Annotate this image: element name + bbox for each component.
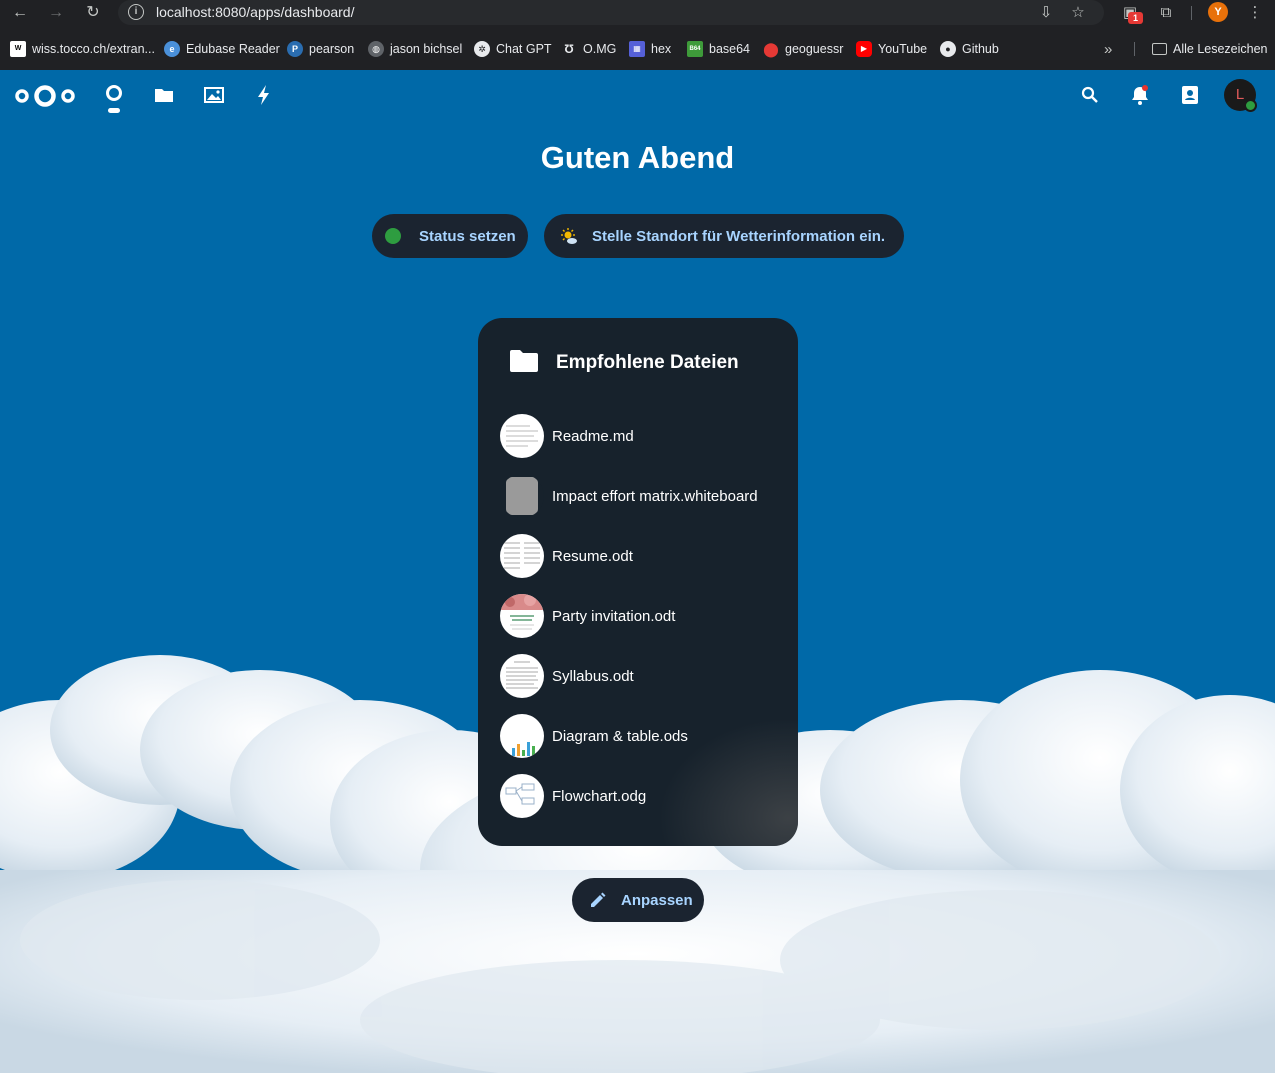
base64-icon: B64 — [687, 41, 703, 57]
weather-location-button[interactable]: Stelle Standort für Wetterinformation ei… — [544, 214, 904, 258]
bookmark-label: O.MG — [583, 42, 617, 56]
all-bookmarks-button[interactable]: Alle Lesezeichen — [1152, 38, 1268, 60]
bookmark-label: Github — [962, 42, 999, 56]
bookmark-item[interactable]: ⬤ geoguessr — [763, 38, 843, 60]
bookmark-label: geoguessr — [785, 42, 844, 56]
bookmark-label: pearson — [309, 42, 355, 56]
bookmark-item[interactable]: W wiss.tocco.ch/extran... — [10, 38, 155, 60]
bookmark-label: jason bichsel — [390, 42, 463, 56]
user-status-indicator — [1244, 99, 1257, 112]
bookmark-label: Edubase Reader — [186, 42, 280, 56]
greeting-heading: Guten Abend — [540, 140, 735, 175]
active-app-indicator — [108, 108, 120, 113]
more-menu-icon[interactable]: ⋮ — [1245, 3, 1265, 23]
file-name: Diagram & table.ods — [552, 727, 688, 745]
file-name: Party invitation.odt — [552, 607, 676, 625]
drawing-thumbnail-icon — [500, 774, 544, 818]
file-item-syllabus[interactable]: Syllabus.odt — [500, 653, 790, 699]
file-name: Impact effort matrix.whiteboard — [552, 487, 758, 505]
edubase-icon: e — [164, 41, 180, 57]
omg-icon: Ʊ — [564, 42, 574, 56]
contacts-icon[interactable] — [1177, 82, 1203, 108]
file-item-readme[interactable]: Readme.md — [500, 413, 790, 459]
browser-toolbar: ← → ↻ i localhost:8080/apps/dashboard/ ⇩… — [0, 0, 1275, 34]
file-name: Flowchart.odg — [552, 787, 647, 805]
activity-app-icon[interactable] — [251, 82, 277, 108]
search-icon[interactable] — [1077, 82, 1103, 108]
bookmark-star-icon[interactable]: ☆ — [1068, 3, 1088, 23]
browser-chrome: ← → ↻ i localhost:8080/apps/dashboard/ ⇩… — [0, 0, 1275, 70]
bookmark-label: base64 — [709, 42, 751, 56]
more-bookmarks-icon[interactable]: » — [1104, 38, 1112, 60]
forward-icon[interactable]: → — [42, 2, 70, 24]
bookmark-item[interactable]: ▦ hex — [629, 38, 671, 60]
all-bookmarks-label: Alle Lesezeichen — [1173, 42, 1268, 56]
extension-badge: 1 — [1128, 12, 1143, 24]
pencil-icon — [591, 892, 606, 907]
photos-app-icon[interactable] — [201, 82, 227, 108]
reload-icon[interactable]: ↻ — [79, 2, 107, 24]
file-item-flowchart[interactable]: Flowchart.odg — [500, 773, 790, 819]
bookmark-item[interactable]: ● Github — [940, 38, 999, 60]
set-status-button[interactable]: Status setzen — [372, 214, 528, 258]
back-icon[interactable]: ← — [6, 2, 34, 24]
notifications-bell-icon[interactable] — [1127, 82, 1153, 108]
bookmark-label: wiss.tocco.ch/extran... — [32, 42, 155, 56]
file-name: Syllabus.odt — [552, 667, 634, 685]
nextcloud-logo-icon[interactable] — [14, 83, 76, 109]
customize-button[interactable]: Anpassen — [572, 878, 704, 922]
url-text[interactable]: localhost:8080/apps/dashboard/ — [156, 4, 354, 20]
bookmark-item[interactable]: P pearson — [287, 38, 354, 60]
nextcloud-header: L — [0, 70, 1275, 120]
bookmark-item[interactable]: ▶ YouTube — [856, 38, 927, 60]
map-pin-icon: ⬤ — [763, 41, 779, 57]
folder-outline-icon — [1152, 43, 1167, 55]
toolbar-divider — [1191, 6, 1192, 20]
bookmark-label: YouTube — [878, 42, 928, 56]
bookmarks-divider — [1134, 42, 1135, 56]
weather-sun-icon — [561, 228, 577, 244]
invitation-thumbnail-icon — [500, 594, 544, 638]
bookmarks-bar: W wiss.tocco.ch/extran... e Edubase Read… — [0, 38, 1275, 60]
online-status-icon — [385, 228, 401, 244]
customize-label: Anpassen — [621, 891, 693, 909]
file-name: Readme.md — [552, 427, 634, 445]
github-icon: ● — [940, 41, 956, 57]
bookmark-item[interactable]: Ʊ O.MG — [561, 38, 616, 60]
document-thumbnail-icon — [500, 534, 544, 578]
bookmark-item[interactable]: B64 base64 — [687, 38, 750, 60]
file-item-diagram-table[interactable]: Diagram & table.ods — [500, 713, 790, 759]
document-thumbnail-icon — [500, 414, 544, 458]
bookmark-item[interactable]: e Edubase Reader — [164, 38, 280, 60]
file-name: Resume.odt — [552, 547, 633, 565]
globe-icon: ◍ — [368, 41, 384, 57]
bookmark-label: hex — [651, 42, 672, 56]
chatgpt-icon: ✲ — [474, 41, 490, 57]
file-item-party-invitation[interactable]: Party invitation.odt — [500, 593, 790, 639]
file-item-resume[interactable]: Resume.odt — [500, 533, 790, 579]
set-status-label: Status setzen — [419, 227, 516, 245]
youtube-icon: ▶ — [856, 41, 872, 57]
files-app-icon[interactable] — [151, 82, 177, 108]
weather-location-label: Stelle Standort für Wetterinformation ei… — [592, 227, 886, 245]
address-bar[interactable]: i localhost:8080/apps/dashboard/ ⇩ ☆ — [118, 0, 1104, 25]
dashboard-app-icon[interactable] — [101, 82, 127, 108]
extensions-puzzle-icon[interactable]: ⧉ — [1156, 3, 1176, 23]
bookmark-item[interactable]: ◍ jason bichsel — [368, 38, 462, 60]
spreadsheet-thumbnail-icon — [500, 714, 544, 758]
file-item-whiteboard[interactable]: Impact effort matrix.whiteboard — [500, 473, 790, 519]
bookmark-label: Chat GPT — [496, 42, 552, 56]
site-info-icon[interactable]: i — [128, 4, 144, 20]
widget-title: Empfohlene Dateien — [556, 352, 739, 373]
folder-icon — [510, 350, 538, 372]
recommended-files-widget: Empfohlene Dateien Readme.md Impact effo… — [478, 318, 798, 846]
document-thumbnail-icon — [500, 654, 544, 698]
profile-avatar[interactable]: Y — [1208, 2, 1228, 22]
wiss-icon: W — [10, 41, 26, 57]
whiteboard-thumbnail-icon — [500, 474, 544, 518]
pearson-icon: P — [287, 41, 303, 57]
bookmark-item[interactable]: ✲ Chat GPT — [474, 38, 552, 60]
install-app-icon[interactable]: ⇩ — [1036, 3, 1056, 23]
hex-icon: ▦ — [629, 41, 645, 57]
